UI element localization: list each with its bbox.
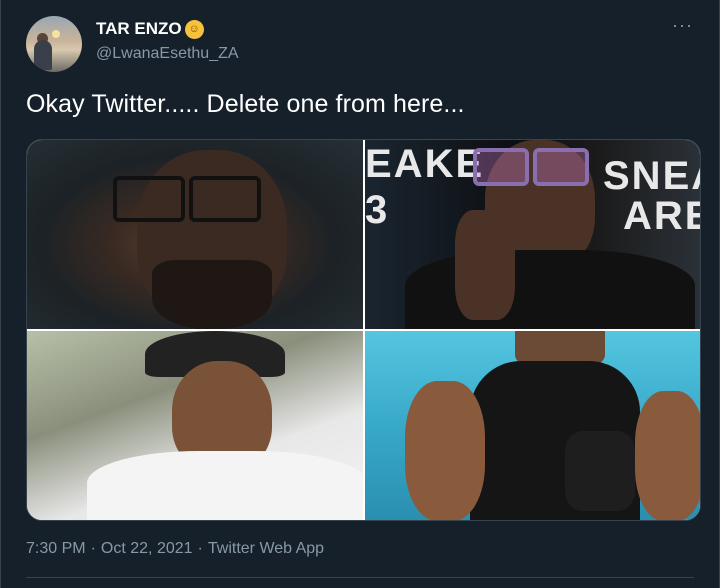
avatar-person-shape	[34, 40, 52, 70]
arm-shape	[635, 391, 700, 520]
display-name[interactable]: TAR ENZO	[96, 19, 182, 39]
meta-separator: ·	[197, 540, 203, 557]
media-grid: EAKE 3 SNEA ARE	[26, 139, 701, 521]
glove-shape	[565, 431, 635, 511]
tweet-time[interactable]: 7:30 PM	[26, 540, 86, 558]
tweet: TAR ENZO ☺ @LwanaEsethu_ZA ··· Okay Twit…	[0, 0, 720, 588]
wall-text: 3	[365, 188, 390, 232]
tweet-meta: 7:30 PM · Oct 22, 2021 · Twitter Web App	[26, 540, 324, 558]
more-options-icon[interactable]: ···	[672, 16, 693, 34]
wall-text: SNEA	[603, 154, 700, 198]
avatar[interactable]	[26, 16, 82, 72]
wall-text: ARE	[623, 194, 700, 238]
avatar-sun-shape	[52, 30, 60, 38]
glasses-shape	[473, 148, 529, 186]
tweet-text: Okay Twitter..... Delete one from here..…	[26, 90, 465, 118]
meta-separator: ·	[90, 540, 96, 557]
divider	[26, 577, 694, 578]
beard-shape	[152, 260, 272, 329]
wall-text: EAKE	[365, 142, 485, 186]
glasses-shape	[533, 148, 589, 186]
hand-shape	[455, 210, 515, 320]
photo-1[interactable]	[27, 140, 363, 329]
author-name-row[interactable]: TAR ENZO ☺	[96, 19, 204, 39]
glasses-shape	[113, 176, 185, 222]
tweet-source[interactable]: Twitter Web App	[208, 540, 324, 558]
smile-emoji-icon: ☺	[184, 19, 204, 39]
photo-3[interactable]	[27, 331, 363, 520]
tweet-date[interactable]: Oct 22, 2021	[101, 540, 193, 558]
glasses-shape	[189, 176, 261, 222]
username-handle[interactable]: @LwanaEsethu_ZA	[96, 45, 239, 63]
shirt-shape	[405, 250, 695, 329]
arm-shape	[405, 381, 485, 520]
photo-4[interactable]	[365, 331, 700, 520]
shirt-shape	[87, 451, 363, 520]
photo-2[interactable]: EAKE 3 SNEA ARE	[365, 140, 700, 329]
